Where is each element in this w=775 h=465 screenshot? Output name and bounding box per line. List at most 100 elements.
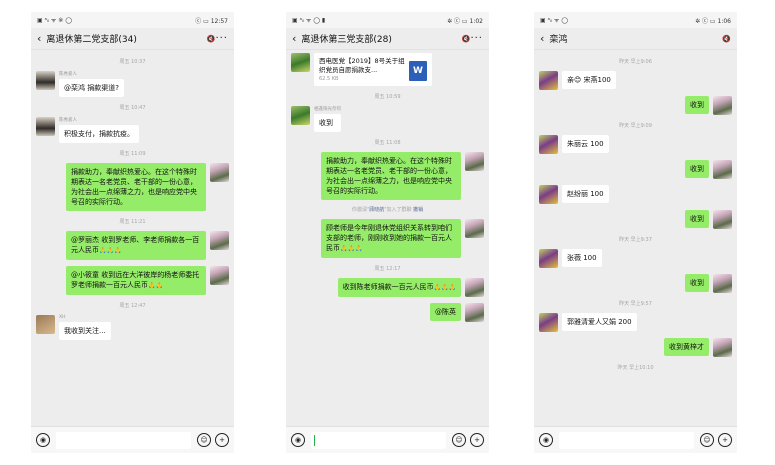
- status-icons-right: ✲ ⓒ ▭ 1:02: [447, 17, 483, 25]
- status-icons-left: ▣ ᵃᵢₗ ᯤ ◯ ▮: [292, 17, 326, 24]
- message-row: 收到: [539, 210, 732, 229]
- chat-title: 离退休第二党支部(34): [46, 35, 137, 45]
- message-bubble[interactable]: 收到: [685, 274, 709, 292]
- pray-emoji: 🙏🙏🙏: [99, 247, 122, 254]
- message-row: 西电医党【2019】8号关于组织党员自愿捐款支... 62.5 KB W: [291, 53, 484, 86]
- message-bubble[interactable]: 捐款助力，奉献织热爱心。在这个特殊时期表达一名老党员、老干部的一份心意，为社会出…: [321, 152, 461, 200]
- avatar[interactable]: [465, 219, 484, 238]
- voice-icon[interactable]: ◉: [36, 433, 50, 447]
- revoke-link[interactable]: 撤销: [413, 207, 423, 213]
- message-bubble[interactable]: 捐款助力，奉献织热爱心。在这个特殊时期表达一名老党员、老干部的一份心意，为社会出…: [66, 163, 206, 211]
- status-bar: ▣ ᵃᵢₗ ᯤ ◯ ▮ ✲ ⓒ ▭ 1:02: [286, 12, 489, 28]
- avatar[interactable]: [539, 313, 558, 332]
- timestamp: 周五 11:08: [374, 140, 401, 146]
- avatar[interactable]: [713, 160, 732, 179]
- message-bubble[interactable]: @栾鸿 捐款渠道?: [59, 79, 124, 97]
- message-list[interactable]: 昨天 早上9:06 亲😊 宋燕100 收到 昨天 早上9:09 朱丽云 100 …: [534, 51, 737, 426]
- message-row: 朱丽云 100: [539, 135, 732, 154]
- timestamp: 昨天 早上9:57: [619, 301, 652, 307]
- plus-icon[interactable]: +: [470, 433, 484, 447]
- avatar[interactable]: [291, 53, 310, 72]
- input-bar: ◉ ☺ +: [534, 426, 737, 453]
- avatar[interactable]: [36, 315, 55, 334]
- message-bubble[interactable]: 赵纷丽 100: [562, 185, 609, 203]
- message-bubble[interactable]: 顾老师是今年刚退休党组织关系转到咱们支部的老师，刚刚收到她的捐款一百元人民币🙏🙏…: [321, 219, 461, 258]
- voice-icon[interactable]: ◉: [291, 433, 305, 447]
- status-icons-right: ⓒ ▭ 12:57: [195, 17, 228, 25]
- message-bubble[interactable]: 收到陈老师捐款一百元人民币🙏🙏🙏: [337, 278, 461, 297]
- message-input[interactable]: [311, 431, 446, 449]
- message-bubble[interactable]: 积极支付，捐款抗疫。: [59, 125, 139, 143]
- message-bubble[interactable]: 朱丽云 100: [562, 135, 609, 153]
- timestamp: 昨天 早上10:10: [617, 365, 654, 371]
- message-list[interactable]: 周五 10:37 陈秀爱人 @栾鸿 捐款渠道? 周五 10:47 陈秀爱人 积极…: [31, 51, 234, 426]
- message-bubble[interactable]: 收到黄梓才: [664, 338, 709, 356]
- pray-emoji: 🙏🙏: [148, 282, 163, 289]
- message-bubble[interactable]: 我收到关注...: [59, 322, 111, 340]
- back-arrow-icon[interactable]: ‹: [292, 32, 296, 45]
- text-caret: [314, 434, 315, 446]
- message-row: 陈秀爱人 积极支付，捐款抗疫。: [36, 117, 229, 143]
- avatar[interactable]: [210, 231, 229, 250]
- avatar[interactable]: [465, 278, 484, 297]
- avatar[interactable]: [465, 152, 484, 171]
- message-bubble[interactable]: 收到: [314, 114, 341, 132]
- message-row: @陈英: [291, 303, 484, 322]
- avatar[interactable]: [210, 163, 229, 182]
- message-row: 捐款助力，奉献织热爱心。在这个特殊时期表达一名老党员、老干部的一份心意，为社会出…: [36, 163, 229, 211]
- message-bubble[interactable]: @小筱童 收到远在大洋彼岸的杨老师委托罗老师捐款一百元人民币🙏🙏: [66, 266, 206, 295]
- message-bubble[interactable]: 郭雅清爱人又娟 200: [562, 313, 637, 331]
- avatar[interactable]: [539, 185, 558, 204]
- chat-header: ‹ 离退休第二党支部(34) 🔇 ···: [31, 28, 234, 50]
- back-arrow-icon[interactable]: ‹: [37, 32, 41, 45]
- message-row: 收到陈老师捐款一百元人民币🙏🙏🙏: [291, 278, 484, 297]
- emoji-icon[interactable]: ☺: [197, 433, 211, 447]
- word-file-icon: W: [409, 61, 427, 81]
- emoji-icon[interactable]: ☺: [700, 433, 714, 447]
- message-bubble[interactable]: 收到: [685, 96, 709, 114]
- message-bubble[interactable]: @陈英: [430, 303, 461, 321]
- avatar[interactable]: [713, 274, 732, 293]
- message-bubble[interactable]: 亲😊 宋燕100: [562, 71, 616, 89]
- back-arrow-icon[interactable]: ‹: [540, 32, 544, 45]
- timestamp: 周五 10:59: [374, 94, 401, 100]
- message-list[interactable]: 西电医党【2019】8号关于组织党员自愿捐款支... 62.5 KB W 周五 …: [286, 51, 489, 426]
- avatar[interactable]: [539, 135, 558, 154]
- message-input[interactable]: [559, 431, 694, 449]
- avatar[interactable]: [713, 210, 732, 229]
- emoji-icon[interactable]: ☺: [452, 433, 466, 447]
- plus-icon[interactable]: +: [718, 433, 732, 447]
- sender-name: 相逢阳光奈何: [314, 107, 341, 112]
- message-bubble[interactable]: 收到: [685, 160, 709, 178]
- message-input[interactable]: [56, 431, 191, 449]
- avatar[interactable]: [539, 249, 558, 268]
- message-bubble[interactable]: 张薇 100: [562, 249, 602, 267]
- chat-window-branch-2: ▣ ᵃᵢₗ ᯤ ※ ◯ ⓒ ▭ 12:57 ‹ 离退休第二党支部(34) 🔇 ·…: [31, 12, 234, 453]
- message-row: XH 我收到关注...: [36, 315, 229, 340]
- plus-icon[interactable]: +: [215, 433, 229, 447]
- chat-window-private: ▣ ᵃᵢₗ ᯤ ◯ ✲ ⓒ ▭ 1:06 ‹ 栾鸿 🔇 昨天 早上9:06 亲😊…: [534, 12, 737, 453]
- avatar[interactable]: [539, 71, 558, 90]
- mute-icon: 🔇: [461, 34, 471, 43]
- voice-icon[interactable]: ◉: [539, 433, 553, 447]
- more-options-icon[interactable]: ···: [470, 33, 483, 44]
- more-options-icon[interactable]: ···: [215, 33, 228, 44]
- message-row: 收到黄梓才: [539, 338, 732, 357]
- pray-emoji: 🙏🙏🙏: [433, 284, 456, 291]
- invitee-link[interactable]: 顾晓航: [369, 207, 384, 213]
- message-row: 张薇 100: [539, 249, 732, 268]
- file-card[interactable]: 西电医党【2019】8号关于组织党员自愿捐款支... 62.5 KB W: [314, 53, 432, 86]
- sender-name: 陈秀爱人: [59, 118, 77, 123]
- timestamp: 周五 10:47: [119, 105, 146, 111]
- avatar[interactable]: [210, 266, 229, 285]
- avatar[interactable]: [291, 106, 310, 125]
- input-bar: ◉ ☺ +: [31, 426, 234, 453]
- message-bubble[interactable]: @罗丽杰 收到罗老师、李老师捐款各一百元人民币🙏🙏🙏: [66, 231, 206, 260]
- avatar[interactable]: [36, 71, 55, 90]
- avatar[interactable]: [465, 303, 484, 322]
- avatar[interactable]: [713, 338, 732, 357]
- avatar[interactable]: [713, 96, 732, 115]
- message-bubble[interactable]: 收到: [685, 210, 709, 228]
- chat-header: ‹ 离退休第三党支部(28) 🔇 ···: [286, 28, 489, 50]
- avatar[interactable]: [36, 117, 55, 136]
